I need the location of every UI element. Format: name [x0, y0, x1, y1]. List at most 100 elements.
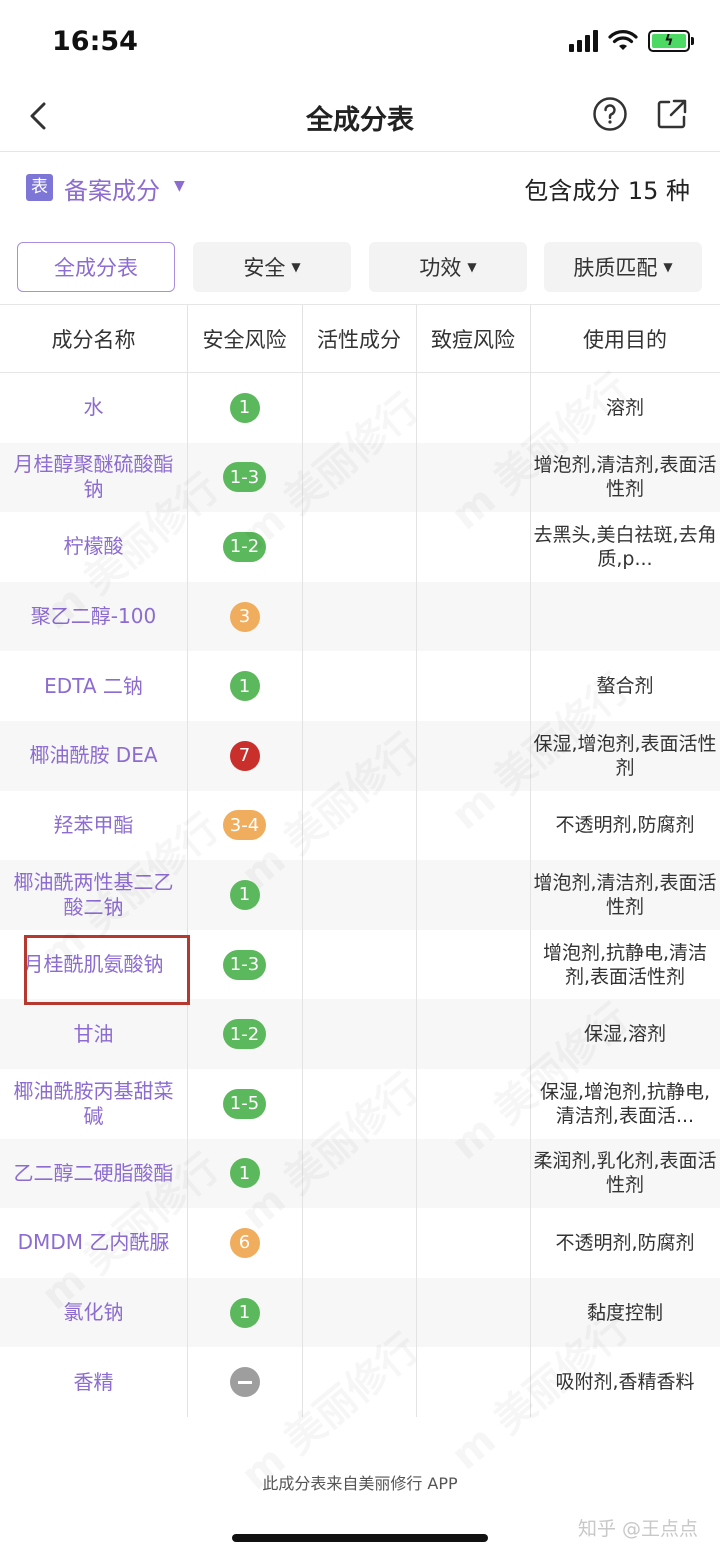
ingredient-name[interactable]: 甘油	[0, 999, 187, 1069]
ingredient-name[interactable]: 羟苯甲酯	[0, 791, 187, 861]
safety-risk-badge: 1-5	[222, 1088, 267, 1119]
filter-label: 功效	[419, 256, 462, 280]
column-header-active: 活性成分	[317, 328, 401, 352]
safety-risk-cell: 1-3	[187, 930, 302, 1000]
ingredient-name[interactable]: 香精	[0, 1347, 187, 1417]
tab-full-ingredient-list[interactable]: 全成分表	[17, 242, 175, 292]
column-header-acne-risk: 致痘风险	[431, 328, 515, 352]
cellular-signal-icon	[569, 30, 598, 52]
source-note: 此成分表来自美丽修行 APP	[262, 1474, 458, 1493]
usage-purpose: 柔润剂,乳化剂,表面活性剂	[533, 1150, 717, 1197]
safety-risk-badge: 1-2	[222, 1019, 267, 1050]
caret-down-icon[interactable]: ▼	[174, 178, 185, 194]
help-icon[interactable]	[592, 96, 628, 132]
safety-risk-cell: 1-5	[187, 1069, 302, 1139]
safety-risk-badge: 7	[229, 740, 260, 771]
filter-label: 安全	[243, 256, 286, 280]
safety-risk-badge: 1	[229, 1158, 260, 1189]
usage-purpose: 溶剂	[605, 396, 644, 419]
safety-risk-badge: 1-3	[222, 462, 267, 493]
ingredient-table: 成分名称 安全风险 活性成分 致痘风险 使用目的 水 1 溶剂月桂醇聚醚硫酸酯钠 1-…	[0, 304, 720, 1417]
safety-risk-badge: 1	[229, 879, 260, 910]
safety-risk-badge: 1	[229, 671, 260, 702]
status-bar: 16:54 ϟ	[0, 0, 720, 86]
column-header-purpose: 使用目的	[583, 328, 667, 352]
table-row[interactable]: 香精 吸附剂,香精香料	[0, 1347, 720, 1417]
safety-risk-cell: 1	[187, 1278, 302, 1348]
ingredient-name[interactable]: 氯化钠	[0, 1278, 187, 1348]
column-header-safety-risk: 安全风险	[202, 328, 287, 352]
ingredient-name[interactable]: 水	[0, 373, 187, 443]
safety-risk-cell: 1	[187, 651, 302, 721]
ingredient-name[interactable]: 椰油酰两性基二乙酸二钠	[0, 860, 187, 930]
usage-purpose: 不透明剂,防腐剂	[555, 1231, 695, 1254]
ingredient-name[interactable]: 乙二醇二硬脂酸酯	[0, 1139, 187, 1209]
table-row[interactable]: 月桂醇聚醚硫酸酯钠 1-3 增泡剂,清洁剂,表面活性剂	[0, 442, 720, 513]
filter-label: 肤质匹配	[573, 256, 658, 280]
caret-down-icon: ▼	[291, 260, 301, 274]
usage-purpose: 去黑头,美白祛斑,去角质,p...	[533, 523, 717, 570]
safety-risk-cell: 7	[187, 721, 302, 791]
filing-ingredients-dropdown[interactable]: 备案成分	[64, 171, 160, 206]
filter-safety[interactable]: 安全 ▼	[193, 242, 351, 292]
table-row[interactable]: 椰油酰两性基二乙酸二钠 1 增泡剂,清洁剂,表面活性剂	[0, 860, 720, 930]
nav-bar: 全成分表	[0, 86, 720, 152]
safety-risk-cell: 1	[187, 860, 302, 930]
ingredient-name[interactable]: 月桂醇聚醚硫酸酯钠	[0, 443, 187, 513]
table-row[interactable]: 羟苯甲酯 3-4 不透明剂,防腐剂	[0, 791, 720, 861]
filing-row: 表 备案成分 ▼ 包含成分 15 种	[0, 152, 720, 226]
usage-purpose: 保湿,溶剂	[583, 1023, 667, 1046]
usage-purpose: 保湿,增泡剂,表面活性剂	[533, 732, 717, 779]
usage-purpose: 黏度控制	[586, 1301, 663, 1324]
column-divider	[416, 305, 417, 1417]
safety-risk-badge: 3-4	[222, 810, 267, 841]
usage-purpose: 增泡剂,清洁剂,表面活性剂	[533, 454, 717, 501]
safety-risk-badge: 1	[229, 392, 260, 423]
table-row[interactable]: 柠檬酸 1-2 去黑头,美白祛斑,去角质,p...	[0, 512, 720, 582]
table-row[interactable]: 椰油酰胺 DEA 7 保湿,增泡剂,表面活性剂	[0, 721, 720, 791]
filter-skin-type-match[interactable]: 肤质匹配 ▼	[544, 242, 702, 292]
home-indicator	[232, 1534, 488, 1542]
status-time: 16:54	[52, 26, 138, 57]
table-row[interactable]: 聚乙二醇-100 3	[0, 581, 720, 652]
column-divider	[530, 305, 531, 1417]
filter-row: 全成分表 安全 ▼ 功效 ▼ 肤质匹配 ▼	[0, 242, 720, 292]
minus-icon	[229, 1367, 260, 1398]
ingredient-name[interactable]: 椰油酰胺 DEA	[0, 721, 187, 791]
usage-purpose: 增泡剂,抗静电,清洁剂,表面活性剂	[542, 941, 708, 988]
ingredient-name[interactable]: 柠檬酸	[0, 512, 187, 582]
table-row[interactable]: 甘油 1-2 保湿,溶剂	[0, 999, 720, 1069]
safety-risk-cell: 1-3	[187, 443, 302, 513]
ingredient-count: 包含成分 15 种	[524, 177, 690, 205]
usage-purpose	[530, 582, 720, 652]
ingredient-name[interactable]: 椰油酰胺丙基甜菜碱	[0, 1069, 187, 1139]
table-row[interactable]: 氯化钠 1 黏度控制	[0, 1277, 720, 1348]
safety-risk-badge: 1-2	[222, 531, 267, 562]
safety-risk-badge: 6	[229, 1227, 260, 1258]
ingredient-name[interactable]: EDTA 二钠	[0, 651, 187, 721]
tab-label: 全成分表	[54, 256, 138, 280]
table-row[interactable]: DMDM 乙内酰脲 6 不透明剂,防腐剂	[0, 1208, 720, 1278]
back-arrow-icon[interactable]	[20, 96, 60, 136]
safety-risk-cell: 3-4	[187, 791, 302, 861]
safety-risk-badge: 3	[229, 601, 260, 632]
ingredient-name[interactable]: 聚乙二醇-100	[0, 582, 187, 652]
safety-risk-cell: 1-2	[187, 512, 302, 582]
usage-purpose: 增泡剂,清洁剂,表面活性剂	[533, 871, 717, 918]
usage-purpose: 螯合剂	[596, 675, 654, 698]
caret-down-icon: ▼	[467, 260, 477, 274]
table-row[interactable]: 乙二醇二硬脂酸酯 1 柔润剂,乳化剂,表面活性剂	[0, 1138, 720, 1209]
wifi-icon	[608, 30, 638, 50]
table-row[interactable]: EDTA 二钠 1 螯合剂	[0, 651, 720, 721]
safety-risk-badge: 1	[229, 1297, 260, 1328]
ingredient-name[interactable]: DMDM 乙内酰脲	[0, 1208, 187, 1278]
filter-efficacy[interactable]: 功效 ▼	[369, 242, 527, 292]
safety-risk-badge: 1-3	[222, 949, 267, 980]
table-row[interactable]: 水 1 溶剂	[0, 373, 720, 443]
usage-purpose: 不透明剂,防腐剂	[555, 814, 695, 837]
share-icon[interactable]	[654, 96, 690, 132]
column-header-name: 成分名称	[51, 328, 136, 352]
table-row[interactable]: 椰油酰胺丙基甜菜碱 1-5 保湿,增泡剂,抗静电,清洁剂,表面活...	[0, 1069, 720, 1139]
column-divider	[187, 305, 188, 1417]
safety-risk-cell: 1	[187, 1139, 302, 1209]
